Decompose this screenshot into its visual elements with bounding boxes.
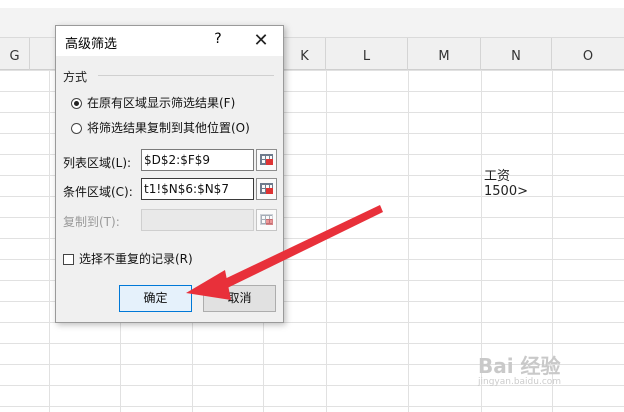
baidu-watermark-logo: Bai 经验 jingyan.baidu.com (478, 350, 618, 390)
copy-to-input (141, 209, 254, 231)
radio-selected-icon[interactable] (71, 98, 82, 109)
cell-n6[interactable]: 工资 (484, 165, 510, 184)
cell-n7[interactable]: 1500> (484, 184, 528, 199)
criteria-range-input[interactable]: t1!$N$6:$N$7 (141, 178, 254, 200)
column-header-k[interactable]: K (284, 38, 326, 70)
mode-group-label: 方式 (63, 70, 88, 84)
checkbox-icon[interactable] (63, 254, 74, 265)
radio-filter-in-place[interactable]: 在原有区域显示筛选结果(F) (71, 94, 235, 112)
help-icon[interactable]: ? (208, 31, 228, 51)
copy-to-label: 复制到(T): (63, 215, 120, 229)
close-icon[interactable]: ✕ (250, 30, 272, 52)
criteria-range-label: 条件区域(C): (63, 185, 133, 199)
watermark-url: jingyan.baidu.com (478, 377, 562, 387)
window-top-strip (0, 0, 624, 8)
watermark-brand: Bai 经验 (478, 354, 561, 378)
list-range-input[interactable]: $D$2:$F$9 (141, 149, 254, 171)
radio-copy-to-location[interactable]: 将筛选结果复制到其他位置(O) (71, 119, 250, 137)
unique-records-label: 选择不重复的记录(R) (79, 252, 193, 266)
column-header-n[interactable]: N (481, 38, 552, 70)
dialog-title: 高级筛选 (65, 37, 118, 52)
column-header-l[interactable]: L (326, 38, 408, 70)
range-select-icon[interactable] (256, 149, 277, 171)
radio-in-place-label: 在原有区域显示筛选结果(F) (87, 96, 236, 110)
range-select-icon (256, 209, 277, 231)
list-range-label: 列表区域(L): (63, 156, 132, 170)
unique-records-checkbox[interactable]: 选择不重复的记录(R) (63, 250, 193, 267)
radio-unselected-icon[interactable] (71, 123, 82, 134)
radio-copy-label: 将筛选结果复制到其他位置(O) (87, 121, 250, 135)
advanced-filter-dialog: 高级筛选 ? ✕ 方式 在原有区域显示筛选结果(F) 将筛选结果复制到其他位置(… (55, 25, 284, 323)
dialog-titlebar[interactable]: 高级筛选 ? ✕ (56, 26, 283, 56)
grid-line (326, 70, 327, 412)
range-select-icon[interactable] (256, 178, 277, 200)
group-divider (98, 75, 274, 76)
column-header-o[interactable]: O (552, 38, 624, 70)
grid-line (49, 70, 50, 412)
column-header-g[interactable]: G (0, 38, 30, 70)
cancel-button[interactable]: 取消 (203, 285, 276, 312)
ok-button[interactable]: 确定 (119, 285, 192, 312)
column-header-m[interactable]: M (408, 38, 481, 70)
grid-line (408, 70, 409, 412)
